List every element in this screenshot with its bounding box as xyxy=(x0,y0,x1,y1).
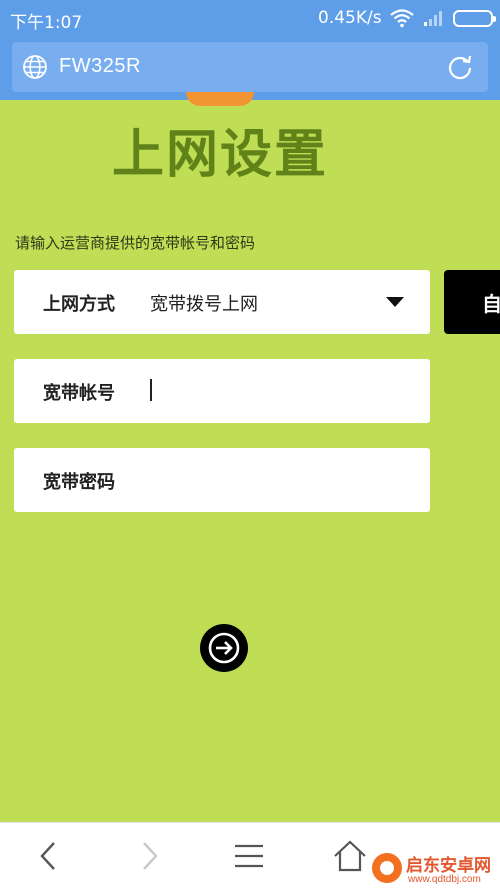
logo-partial xyxy=(186,92,254,106)
refresh-icon[interactable] xyxy=(446,53,474,81)
password-input[interactable] xyxy=(154,460,414,500)
watermark-url: www.qdtdbj.com xyxy=(408,874,481,885)
account-input[interactable] xyxy=(154,371,414,411)
dropdown-arrow-icon[interactable] xyxy=(386,297,404,307)
battery-icon xyxy=(453,10,496,27)
watermark-title: 启东安卓网 xyxy=(406,856,491,876)
status-bar: 下午1:07 0.45K/s xyxy=(0,0,500,36)
side-tab[interactable]: 自 xyxy=(444,270,500,334)
instruction-text: 请输入运营商提供的宽带帐号和密码 xyxy=(15,234,256,252)
signal-icon xyxy=(424,11,442,26)
watermark: 启东安卓网 www.qdtdbj.com xyxy=(370,850,500,889)
connection-mode-select[interactable]: 上网方式 宽带拨号上网 xyxy=(14,270,430,334)
account-label: 宽带帐号 xyxy=(43,383,115,404)
status-time: 下午1:07 xyxy=(10,13,83,33)
browser-toolbar: FW325R xyxy=(0,36,500,100)
wifi-icon xyxy=(390,9,414,28)
password-field[interactable]: 宽带密码 xyxy=(14,448,430,512)
password-label: 宽带密码 xyxy=(43,472,115,493)
network-speed: 0.45K/s xyxy=(318,8,382,28)
url-text: FW325R xyxy=(59,55,141,77)
next-button[interactable] xyxy=(200,624,248,672)
address-bar[interactable]: FW325R xyxy=(12,42,488,92)
page-title: 上网设置 xyxy=(112,125,329,185)
menu-icon[interactable] xyxy=(232,839,266,873)
watermark-logo-icon xyxy=(372,853,402,883)
text-cursor xyxy=(150,379,152,401)
forward-icon[interactable] xyxy=(132,839,166,873)
home-icon[interactable] xyxy=(333,839,367,873)
globe-icon xyxy=(23,55,47,79)
account-field[interactable]: 宽带帐号 xyxy=(14,359,430,423)
connection-mode-value: 宽带拨号上网 xyxy=(150,294,258,315)
back-icon[interactable] xyxy=(32,839,66,873)
connection-mode-label: 上网方式 xyxy=(43,294,115,315)
side-tab-label: 自 xyxy=(482,292,500,316)
arrow-right-icon xyxy=(208,632,240,664)
